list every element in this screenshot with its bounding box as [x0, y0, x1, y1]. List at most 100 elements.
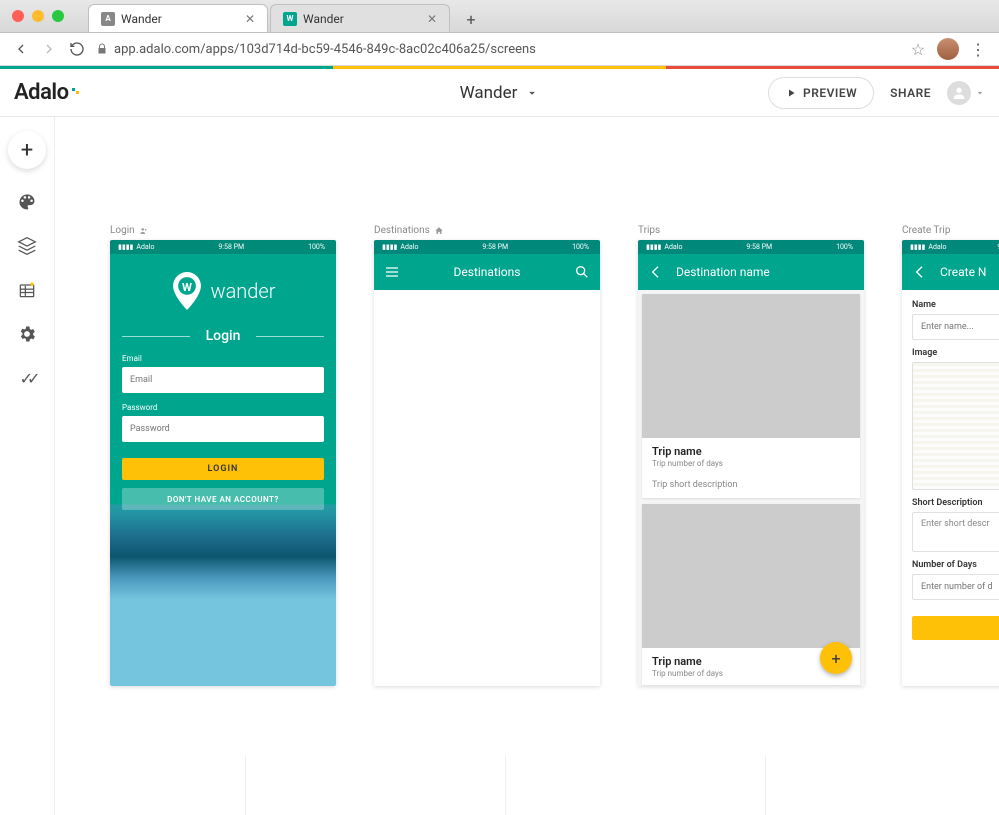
back-icon[interactable]	[648, 264, 664, 280]
add-trip-fab[interactable]: +	[820, 642, 852, 674]
window-controls	[0, 10, 76, 22]
user-menu[interactable]	[947, 81, 985, 105]
new-tab-button[interactable]: +	[458, 6, 484, 32]
trip-card[interactable]: Trip name Trip number of days Trip short…	[642, 294, 860, 498]
zoom-window-button[interactable]	[52, 10, 64, 22]
submit-button[interactable]	[912, 616, 999, 640]
email-label: Email	[122, 354, 324, 363]
url-text: app.adalo.com/apps/103d714d-bc59-4546-84…	[114, 42, 536, 57]
logo-mark-icon	[72, 88, 82, 98]
image-picker[interactable]: C	[912, 362, 999, 490]
url-field[interactable]: app.adalo.com/apps/103d714d-bc59-4546-84…	[96, 42, 899, 57]
lock-icon	[96, 43, 108, 55]
profile-avatar[interactable]	[937, 38, 959, 60]
close-tab-icon[interactable]: ✕	[427, 12, 437, 26]
short-desc-field[interactable]: Enter short descr	[912, 512, 999, 552]
app-top-bar: Adalo Wander PREVIEW SHARE	[0, 69, 999, 117]
screen-title: Destinations	[400, 265, 574, 279]
screen-trips[interactable]: Trips ▮▮▮▮ Adalo 9:58 PM 100% Destinatio…	[638, 225, 864, 686]
trip-days: Trip number of days	[652, 669, 850, 678]
phone-app-bar: Destination name	[638, 254, 864, 290]
back-icon[interactable]	[912, 264, 928, 280]
short-desc-label: Short Description	[912, 498, 999, 508]
phone-frame: ▮▮▮▮ Adalo 9:58 PM Create N Name Image C…	[902, 240, 999, 686]
project-name: Wander	[460, 83, 518, 103]
status-bar: ▮▮▮▮ Adalo 9:58 PM 100%	[638, 240, 864, 254]
minimize-window-button[interactable]	[32, 10, 44, 22]
favicon-icon: A	[101, 12, 115, 26]
phone-frame: ▮▮▮▮ Adalo 9:58 PM 100% W wander Login E…	[110, 240, 336, 686]
brand-accent-bar	[0, 66, 999, 69]
phone-frame: ▮▮▮▮ Adalo 9:58 PM 100% Destinations	[374, 240, 600, 686]
home-icon	[434, 226, 444, 236]
publish-icon[interactable]: ✓✓	[16, 367, 38, 389]
window-titlebar: A Wander ✕ W Wander ✕ +	[0, 0, 999, 33]
svg-text:W: W	[182, 280, 192, 294]
bookmark-button[interactable]: ☆	[909, 40, 927, 58]
browser-tab-active[interactable]: A Wander ✕	[88, 4, 268, 32]
tab-title: Wander	[121, 12, 162, 26]
preview-label: PREVIEW	[803, 86, 857, 100]
play-icon	[785, 87, 797, 99]
screen-body	[374, 290, 600, 686]
phone-app-bar: Create N	[902, 254, 999, 290]
screen-label: Login	[110, 225, 336, 236]
design-canvas[interactable]: Login ▮▮▮▮ Adalo 9:58 PM 100% W wander	[55, 117, 999, 815]
close-window-button[interactable]	[12, 10, 24, 22]
user-avatar-icon	[947, 81, 971, 105]
trip-image-placeholder	[642, 504, 860, 648]
layers-icon[interactable]	[16, 235, 38, 257]
preview-button[interactable]: PREVIEW	[768, 77, 874, 109]
adalo-logo[interactable]: Adalo	[14, 80, 82, 105]
pin-icon: W	[171, 272, 203, 310]
status-bar: ▮▮▮▮ Adalo 9:58 PM 100%	[374, 240, 600, 254]
name-field[interactable]	[912, 314, 999, 340]
phone-frame: ▮▮▮▮ Adalo 9:58 PM 100% Destination name…	[638, 240, 864, 686]
users-icon	[139, 226, 149, 236]
login-body: W wander Login Email Password LOGIN	[110, 254, 336, 686]
login-heading: Login	[122, 328, 324, 344]
settings-icon[interactable]	[16, 323, 38, 345]
password-label: Password	[122, 403, 324, 412]
close-tab-icon[interactable]: ✕	[245, 12, 255, 26]
back-button[interactable]	[12, 40, 30, 58]
days-field[interactable]	[912, 574, 999, 600]
add-button[interactable]: +	[8, 131, 46, 169]
screen-create-trip[interactable]: Create Trip ▮▮▮▮ Adalo 9:58 PM Create N …	[902, 225, 994, 686]
trip-days: Trip number of days	[652, 459, 850, 468]
email-field[interactable]	[122, 367, 324, 393]
trip-image-placeholder	[642, 294, 860, 438]
screen-body: Trip name Trip number of days Trip short…	[638, 290, 864, 686]
database-icon[interactable]	[16, 279, 38, 301]
browser-tab[interactable]: W Wander ✕	[270, 4, 450, 32]
browser-menu-button[interactable]: ⋮	[969, 40, 987, 58]
image-label: Image	[912, 348, 999, 358]
trip-name: Trip name	[652, 445, 850, 458]
screen-title: Destination name	[664, 265, 854, 279]
screen-label: Trips	[638, 225, 864, 236]
project-name-dropdown[interactable]: Wander	[460, 83, 540, 103]
logo-text: Adalo	[14, 80, 69, 105]
password-field[interactable]	[122, 416, 324, 442]
menu-icon[interactable]	[384, 264, 400, 280]
screen-destinations[interactable]: Destinations ▮▮▮▮ Adalo 9:58 PM 100% Des…	[374, 225, 600, 686]
phone-app-bar: Destinations	[374, 254, 600, 290]
tab-title: Wander	[303, 12, 344, 26]
favicon-icon: W	[283, 12, 297, 26]
share-button[interactable]: SHARE	[890, 86, 931, 100]
screen-login[interactable]: Login ▮▮▮▮ Adalo 9:58 PM 100% W wander	[110, 225, 336, 686]
status-bar: ▮▮▮▮ Adalo 9:58 PM 100%	[110, 240, 336, 254]
days-label: Number of Days	[912, 560, 999, 570]
app-logo: W wander	[171, 272, 276, 310]
reload-button[interactable]	[68, 40, 86, 58]
status-bar: ▮▮▮▮ Adalo 9:58 PM	[902, 240, 999, 254]
search-icon[interactable]	[574, 264, 590, 280]
signup-link-button[interactable]: DON'T HAVE AN ACCOUNT?	[122, 488, 324, 510]
login-button[interactable]: LOGIN	[122, 458, 324, 480]
left-tool-rail: + ✓✓	[0, 117, 55, 815]
palette-icon[interactable]	[16, 191, 38, 213]
screen-label: Create Trip	[902, 225, 994, 236]
chevron-down-icon	[975, 88, 985, 98]
trip-description: Trip short description	[642, 475, 860, 498]
forward-button[interactable]	[40, 40, 58, 58]
